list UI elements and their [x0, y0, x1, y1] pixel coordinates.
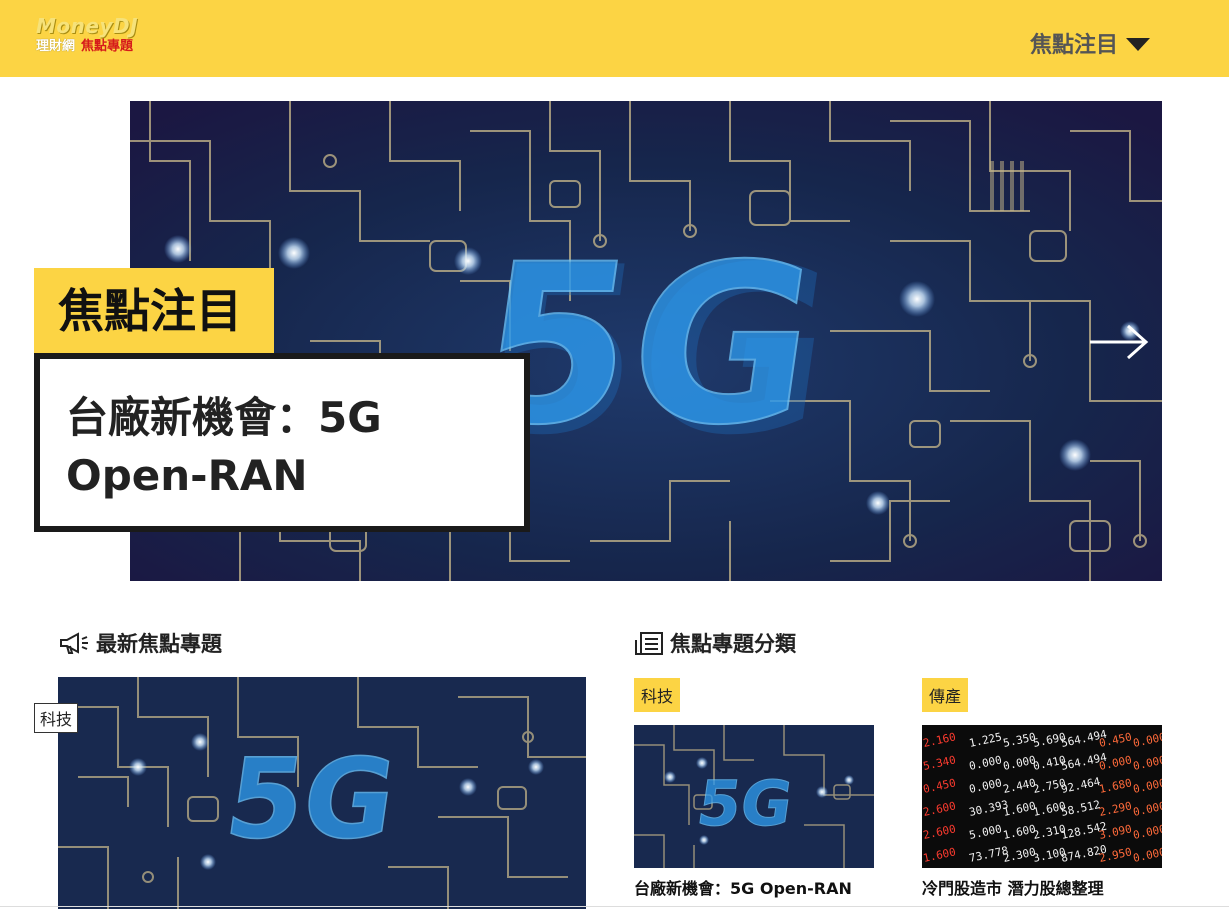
category-list-icon [635, 632, 663, 655]
tech-card-image[interactable]: 5G [634, 725, 874, 868]
category-badge-tech[interactable]: 科技 [634, 678, 681, 712]
hero-title-card[interactable]: 台廠新機會：5G Open-RAN [34, 353, 530, 532]
logo-sub-site: 理財網 [36, 39, 76, 54]
category-badge-traditional[interactable]: 傳產 [922, 678, 969, 712]
caret-down-icon [1126, 38, 1151, 51]
tech-card-title[interactable]: 台廠新機會：5G Open-RAN [634, 875, 852, 899]
hero-title-line1: 台廠新機會：5G [66, 393, 382, 442]
hero-tag-label: 焦點注目 [34, 268, 274, 354]
latest-topic-image[interactable]: 5G [58, 677, 586, 909]
hero-title-line2: Open-RAN [66, 451, 308, 500]
nav-dropdown-label: 焦點注目 [1030, 33, 1119, 58]
moneydj-logo[interactable]: MoneyDJ 理財網 焦點專題 [36, 15, 138, 55]
logo-sub-section: 焦點專題 [81, 39, 134, 54]
stock-ticker-board: 2.160 1.2255.3505.690564.4940.4500.0005.3… [922, 725, 1162, 868]
category-section-heading: 焦點專題分類 [634, 628, 796, 658]
nav-dropdown-button[interactable]: 焦點注目 [1030, 27, 1151, 59]
tech-card-5g-text: 5G [693, 767, 797, 840]
latest-category-badge[interactable]: 科技 [34, 703, 79, 733]
circuit-board-5g-image: 5G [58, 677, 586, 909]
top-header: MoneyDJ 理財網 焦點專題 焦點注目 [0, 0, 1229, 77]
category-heading-text: 焦點專題分類 [670, 632, 796, 656]
logo-subtitle: 理財網 焦點專題 [36, 39, 138, 55]
next-arrow-icon[interactable] [1088, 322, 1152, 362]
traditional-card-title[interactable]: 冷門股造市 潛力股總整理 [922, 875, 1104, 899]
bottom-divider [0, 906, 1229, 907]
circuit-board-5g-image: 5G [634, 725, 874, 868]
latest-heading-text: 最新焦點專題 [96, 632, 222, 656]
latest-5g-text: 5G [218, 736, 403, 864]
latest-section-heading: 最新焦點專題 [58, 628, 222, 658]
megaphone-icon [60, 632, 88, 654]
logo-wordmark: MoneyDJ [36, 14, 139, 38]
stock-ticker-image[interactable]: 2.160 1.225 5.350 5.690 564.494 0.450 0.000 5.3… [922, 725, 1162, 868]
